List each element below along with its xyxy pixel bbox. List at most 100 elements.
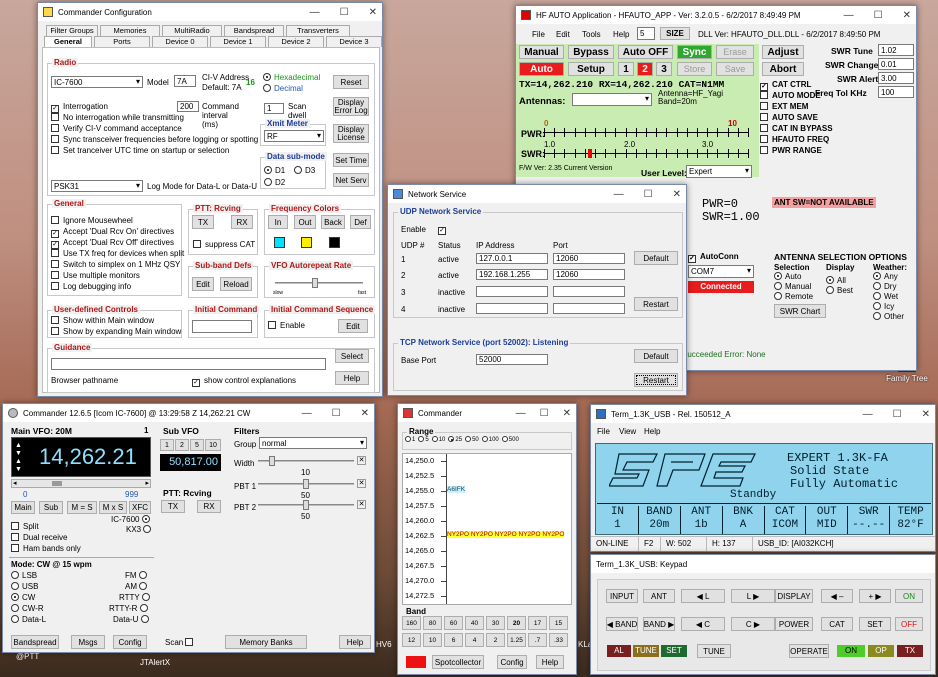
close-icon[interactable]: ✕ bbox=[903, 10, 911, 21]
weather-wet-radio[interactable]: Wet bbox=[873, 292, 898, 301]
mode-rtty-radio[interactable]: RTTY bbox=[119, 593, 153, 602]
main-button[interactable]: Main bbox=[11, 501, 35, 514]
maximize-icon[interactable]: ☐ bbox=[340, 7, 349, 18]
tab-device-3[interactable]: Device 3 bbox=[326, 36, 382, 47]
close-icon[interactable]: ✕ bbox=[922, 409, 930, 420]
sub-frequency[interactable]: 50,817.00 bbox=[160, 454, 221, 471]
width-thumb[interactable] bbox=[268, 456, 275, 466]
bandspread-button[interactable]: Bandspread bbox=[11, 635, 59, 649]
ant-button[interactable]: ANT bbox=[643, 589, 675, 603]
mode-rttyr-radio[interactable]: RTTY-R bbox=[109, 604, 151, 613]
display-minus-button[interactable]: ◀ – bbox=[821, 589, 853, 603]
reset-button[interactable]: Reset bbox=[333, 75, 369, 89]
net-serv-button[interactable]: Net Serv bbox=[333, 173, 369, 187]
sync-button[interactable]: Sync bbox=[677, 45, 712, 59]
size-button[interactable]: SIZE bbox=[660, 27, 690, 40]
tab-memories[interactable]: Memories bbox=[100, 25, 160, 36]
radio-ic7600-option[interactable]: IC-7600 bbox=[111, 515, 153, 524]
minimize-icon[interactable]: — bbox=[310, 7, 320, 18]
memory-3-button[interactable]: 3 bbox=[656, 62, 672, 76]
tune-button[interactable]: TUNE bbox=[697, 644, 731, 658]
close-icon[interactable]: ✕ bbox=[369, 7, 377, 18]
size-value-field[interactable]: 5 bbox=[637, 27, 655, 40]
ham-bands-only-checkbox[interactable]: Ham bands only bbox=[11, 544, 81, 553]
taskbar-item[interactable]: HV6 bbox=[376, 640, 392, 649]
show-explanations-checkbox[interactable]: ✓ show control explanations bbox=[192, 376, 296, 387]
abort-button[interactable]: Abort bbox=[762, 62, 804, 76]
step-10-button[interactable]: 10 bbox=[205, 439, 221, 451]
range-option-radio[interactable]: 500 bbox=[501, 436, 519, 443]
band-80-button[interactable]: 80 bbox=[423, 616, 442, 630]
udp-enable-checkbox[interactable]: ✓ bbox=[438, 224, 450, 235]
main-frequency[interactable]: 14,262.21 bbox=[39, 444, 137, 470]
sub-button[interactable]: Sub bbox=[39, 501, 63, 514]
band-17-button[interactable]: 17 bbox=[528, 616, 547, 630]
msgs-button[interactable]: Msgs bbox=[71, 635, 105, 649]
scan-checkbox[interactable]: Scan bbox=[165, 638, 197, 647]
band-20-button[interactable]: 20 bbox=[507, 616, 526, 630]
operate-button[interactable]: OPERATE bbox=[789, 644, 829, 658]
maximize-icon[interactable]: ☐ bbox=[874, 10, 883, 21]
bandmap[interactable]: 14,250.0 14,252.5 14,255.0 14,257.5 14,260.0… bbox=[402, 453, 572, 605]
color-back-button[interactable]: Back bbox=[321, 215, 345, 229]
spot-config-button[interactable]: Config bbox=[497, 655, 527, 669]
input-button[interactable]: INPUT bbox=[606, 589, 638, 603]
left-l-button[interactable]: ◀ L bbox=[681, 589, 725, 603]
pbt1-slider[interactable] bbox=[258, 479, 354, 489]
display-button[interactable]: DISPLAY bbox=[775, 589, 813, 603]
set-time-button[interactable]: Set Time bbox=[333, 153, 369, 167]
m-equals-s-button[interactable]: M = S bbox=[67, 501, 97, 514]
taskbar-item[interactable]: JTAlertX bbox=[140, 658, 170, 667]
range-option-radio[interactable]: 25 bbox=[448, 436, 462, 443]
sync-frequencies-checkbox[interactable]: Sync transceiver frequencies before logg… bbox=[51, 135, 258, 144]
tab-device-1[interactable]: Device 1 bbox=[210, 36, 266, 47]
display-best-radio[interactable]: Best bbox=[826, 286, 853, 295]
udp-row-ip-field[interactable]: 192.168.1.255 bbox=[476, 269, 548, 280]
width-slider[interactable] bbox=[258, 456, 354, 466]
menu-tools[interactable]: Tools bbox=[582, 30, 601, 39]
xmit-meter-select[interactable]: RF bbox=[264, 130, 324, 142]
pbt2-thumb[interactable] bbox=[303, 500, 309, 510]
pbt2-slider[interactable] bbox=[258, 500, 354, 510]
filter-group-select[interactable]: normal bbox=[259, 437, 367, 449]
width-reset-icon[interactable]: ✕ bbox=[357, 456, 366, 465]
range-option-radio[interactable]: 50 bbox=[465, 436, 479, 443]
color-out-button[interactable]: Out bbox=[294, 215, 316, 229]
main-vfo-scrollbar[interactable]: ◂ ▸ bbox=[11, 479, 151, 488]
udp-default-button[interactable]: Default bbox=[634, 251, 678, 265]
band-.33-button[interactable]: .33 bbox=[549, 633, 568, 647]
model-code-field[interactable]: 7A bbox=[174, 75, 196, 87]
suppress-cat-checkbox[interactable]: suppress CAT bbox=[193, 240, 255, 249]
vfo-rate-slider[interactable] bbox=[269, 278, 369, 288]
band-160-button[interactable]: 160 bbox=[402, 616, 421, 630]
auto-save-checkbox[interactable]: AUTO SAVE bbox=[760, 113, 818, 122]
band-2-button[interactable]: 2 bbox=[486, 633, 505, 647]
selection-remote-radio[interactable]: Remote bbox=[774, 292, 813, 301]
switch-to-simplex-checkbox[interactable]: Switch to simplex on 1 MHz QSY bbox=[51, 260, 180, 269]
close-icon[interactable]: ✕ bbox=[673, 189, 681, 200]
step-5-button[interactable]: 5 bbox=[190, 439, 204, 451]
minimize-icon[interactable]: — bbox=[302, 408, 312, 419]
adjust-button[interactable]: Adjust bbox=[762, 45, 804, 59]
menu-help[interactable]: Help bbox=[644, 427, 660, 436]
ptt-tx-button[interactable]: TX bbox=[161, 500, 185, 513]
maximize-icon[interactable]: ☐ bbox=[644, 189, 653, 200]
band-60-button[interactable]: 60 bbox=[444, 616, 463, 630]
spotcollector-button[interactable]: Spotcollector bbox=[432, 655, 484, 669]
spot-entry[interactable]: A6IFK bbox=[447, 486, 466, 493]
tab-filter-groups[interactable]: Filter Groups bbox=[46, 25, 98, 36]
power-button[interactable]: POWER bbox=[775, 617, 813, 631]
ignore-mousewheel-checkbox[interactable]: Ignore Mousewheel bbox=[51, 216, 133, 225]
cat-in-bypass-checkbox[interactable]: CAT IN BYPASS bbox=[760, 124, 833, 133]
swr-change-field[interactable]: 0.01 bbox=[878, 58, 914, 70]
no-interrogation-checkbox[interactable]: No interrogation while transmitting bbox=[51, 113, 184, 122]
step-1-button[interactable]: 1 bbox=[160, 439, 174, 451]
mode-cw-radio[interactable]: CW bbox=[11, 593, 35, 602]
color-def-button[interactable]: Def bbox=[350, 215, 371, 229]
maximize-icon[interactable]: ☐ bbox=[332, 408, 341, 419]
d3-radio[interactable]: D3 bbox=[294, 166, 315, 175]
mode-cwr-radio[interactable]: CW-R bbox=[11, 604, 44, 613]
interrogation-checkbox[interactable]: ✓ Interrogation bbox=[51, 102, 108, 113]
mode-usb-radio[interactable]: USB bbox=[11, 582, 38, 591]
pbt2-reset-icon[interactable]: ✕ bbox=[357, 500, 366, 509]
